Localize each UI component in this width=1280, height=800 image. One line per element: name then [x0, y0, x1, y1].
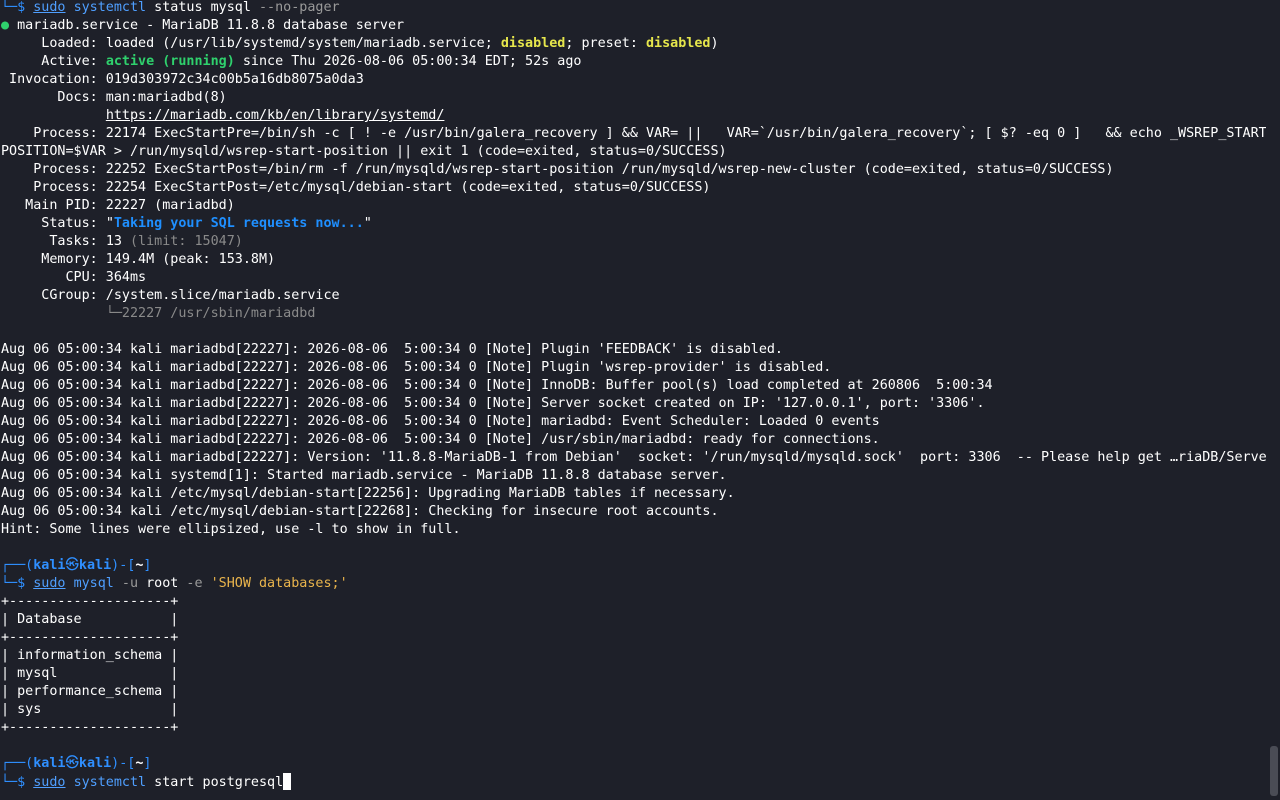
log-line: Aug 06 05:00:34 kali mariadbd[22227]: 20…	[1, 414, 880, 429]
status-active-line: Active: active (running) since Thu 2026-…	[1, 54, 582, 69]
cmd-args: status mysql	[146, 0, 259, 15]
status-cgroup-line: CGroup: /system.slice/mariadb.service	[1, 288, 340, 303]
table-row: | information_schema |	[1, 648, 179, 663]
command-input-text[interactable]: start postgresql	[146, 775, 283, 790]
log-line: Aug 06 05:00:34 kali mariadbd[22227]: 20…	[1, 432, 880, 447]
status-status-line: Status: "Taking your SQL requests now...…	[1, 216, 372, 231]
status-cgroup-child-line: └─22227 /usr/sbin/mariadbd	[105, 306, 316, 321]
status-docs-url-line: https://mariadb.com/kb/en/library/system…	[1, 107, 1266, 125]
status-invocation-line: Invocation: 019d303972c34c00b5a16db8075a…	[1, 72, 364, 87]
status-process-line-wrap: POSITION=$VAR > /run/mysqld/wsrep-start-…	[1, 144, 727, 159]
prompt-host: kali	[78, 558, 112, 573]
table-border: +--------------------+	[1, 720, 179, 735]
table-header: | Database |	[1, 612, 179, 627]
active-state: active (running)	[105, 54, 235, 69]
table-row: | performance_schema |	[1, 684, 179, 699]
status-loaded-line: Loaded: loaded (/usr/lib/systemd/system/…	[1, 36, 719, 51]
hint-line: Hint: Some lines were ellipsized, use -l…	[1, 522, 461, 537]
status-message: Taking your SQL requests now...	[113, 216, 364, 231]
log-line: Aug 06 05:00:34 kali mariadbd[22227]: 20…	[1, 396, 985, 411]
cmd-sudo: sudo	[33, 0, 66, 15]
status-docs-line: Docs: man:mariadbd(8)	[1, 90, 227, 105]
prompt-at: ㉿	[65, 558, 79, 573]
table-border: +--------------------+	[1, 630, 179, 645]
command-line-mysql: └─$ sudo mysql -u root -e 'SHOW database…	[1, 576, 348, 591]
cmd-program: systemctl	[73, 0, 147, 15]
scrollbar[interactable]	[1270, 0, 1278, 800]
table-row: | sys |	[1, 702, 179, 717]
terminal-output: └─$ sudo systemctl status mysql --no-pag…	[1, 0, 1266, 791]
log-line: Aug 06 05:00:34 kali systemd[1]: Started…	[1, 468, 727, 483]
text-cursor	[283, 773, 292, 790]
docs-url-link[interactable]: https://mariadb.com/kb/en/library/system…	[106, 108, 445, 123]
log-line: Aug 06 05:00:34 kali mariadbd[22227]: 20…	[1, 342, 783, 357]
status-bullet: ●	[1, 18, 10, 33]
prompt-header: ┌──(kali㉿kali)-[~]	[1, 558, 152, 573]
table-row: | mysql |	[1, 666, 179, 681]
scrollbar-thumb[interactable]	[1270, 746, 1278, 796]
cmd-flag: --no-pager	[259, 0, 340, 15]
prompt-corner: └─	[1, 0, 18, 15]
status-process-line: Process: 22252 ExecStartPost=/bin/rm -f …	[1, 162, 1114, 177]
status-tasks-line: Tasks: 13 (limit: 15047)	[1, 234, 243, 249]
status-memory-line: Memory: 149.4M (peak: 153.8M)	[1, 252, 276, 267]
terminal-window[interactable]: └─$ sudo systemctl status mysql --no-pag…	[0, 0, 1280, 800]
log-line: Aug 06 05:00:34 kali mariadbd[22227]: 20…	[1, 360, 832, 375]
table-border: +--------------------+	[1, 594, 179, 609]
log-line: Aug 06 05:00:34 kali /etc/mysql/debian-s…	[1, 504, 719, 519]
status-mainpid-line: Main PID: 22227 (mariadbd)	[1, 198, 235, 213]
log-line: Aug 06 05:00:34 kali /etc/mysql/debian-s…	[1, 486, 735, 501]
prompt-user: kali	[33, 558, 66, 573]
status-process-line: Process: 22174 ExecStartPre=/bin/sh -c […	[1, 126, 1266, 141]
status-unit-line: ● mariadb.service - MariaDB 11.8.8 datab…	[1, 18, 405, 33]
status-process-line: Process: 22254 ExecStartPost=/etc/mysql/…	[1, 180, 711, 195]
log-line: Aug 06 05:00:34 kali mariadbd[22227]: Ve…	[1, 450, 1266, 465]
prompt-dollar: $	[17, 0, 34, 15]
log-line: Aug 06 05:00:34 kali mariadbd[22227]: 20…	[1, 378, 993, 393]
command-input-line[interactable]: └─$ sudo systemctl start postgresql	[1, 773, 1266, 791]
command-line-systemctl-status: └─$ sudo systemctl status mysql --no-pag…	[1, 0, 1266, 17]
prompt-header: ┌──(kali㉿kali)-[~]	[1, 756, 152, 771]
status-cpu-line: CPU: 364ms	[1, 270, 147, 285]
